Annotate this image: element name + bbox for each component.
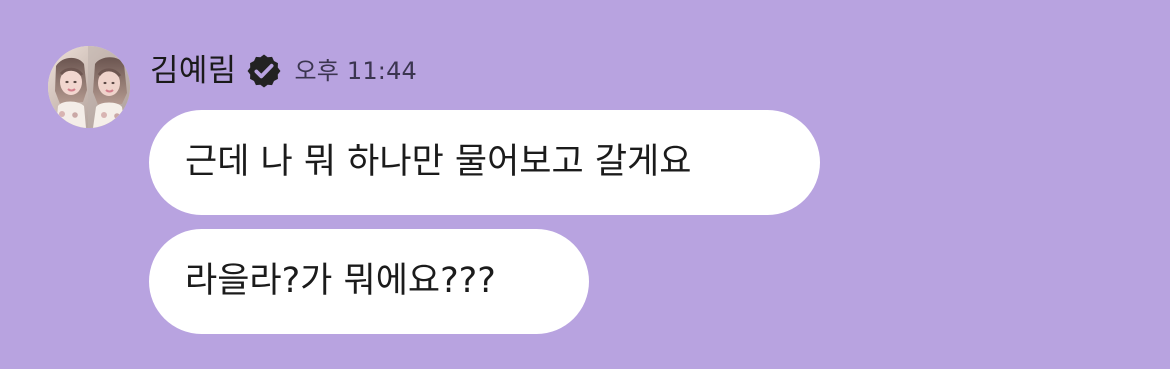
sender-avatar[interactable] [48, 46, 130, 128]
sender-name[interactable]: 김예림 [150, 50, 236, 92]
message-bubble[interactable]: 근데 나 뭐 하나만 물어보고 갈게요 [149, 110, 820, 215]
message-text: 근데 나 뭐 하나만 물어보고 갈게요 [185, 142, 692, 182]
message-header: 김예림 오후 11:44 [150, 50, 417, 92]
message-time: 오후 11:44 [294, 57, 418, 85]
avatar-photo-icon [48, 46, 130, 128]
message-bubble[interactable]: 라을라?가 뭐에요??? [149, 229, 589, 334]
verified-badge-icon [245, 52, 283, 90]
message-text: 라을라?가 뭐에요??? [185, 261, 496, 301]
chat-screen: 김예림 오후 11:44 근데 나 뭐 하나만 물어보고 갈게요 라을라?가 뭐… [0, 0, 1170, 369]
